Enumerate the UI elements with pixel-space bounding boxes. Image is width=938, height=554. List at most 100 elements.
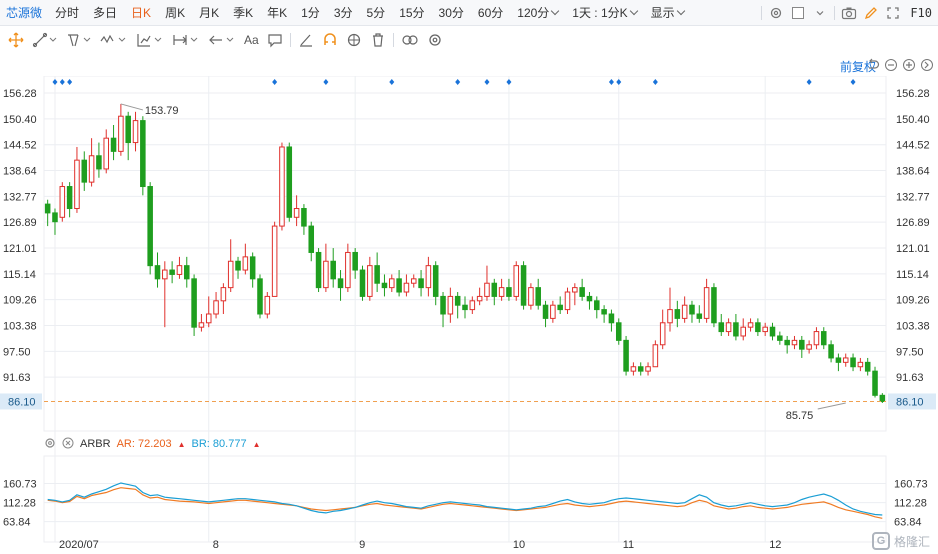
expand-icon[interactable] — [920, 58, 934, 75]
period-tab[interactable]: 60分 — [471, 4, 510, 21]
zoom-in-icon[interactable] — [902, 58, 916, 75]
price-tick-label-right: 144.52 — [896, 140, 930, 152]
candle-body — [784, 339, 790, 346]
period-tab[interactable]: 分时 — [48, 4, 86, 21]
indicator-panel-frame — [43, 455, 887, 543]
period-tab[interactable]: 3分 — [327, 4, 360, 21]
candle — [59, 182, 66, 222]
candle-body — [476, 295, 483, 302]
candle — [308, 221, 315, 262]
candle-body — [367, 265, 373, 297]
candle-body — [66, 186, 73, 210]
period-tab[interactable]: 季K — [226, 4, 260, 21]
candle — [850, 353, 856, 372]
candle-body — [264, 295, 271, 315]
candle-body — [337, 278, 344, 289]
candle — [169, 261, 175, 284]
candle-body — [205, 313, 212, 324]
range-tool-icon[interactable] — [168, 29, 204, 51]
price-tick-label-right: 97.50 — [896, 346, 924, 358]
close-icon[interactable] — [62, 437, 74, 452]
candle-body — [528, 287, 534, 306]
gear-icon[interactable] — [765, 2, 787, 24]
fullscreen-icon[interactable] — [882, 2, 904, 24]
settings-icon[interactable] — [423, 29, 447, 51]
candle — [425, 256, 432, 297]
candle-body — [454, 295, 461, 306]
period-tab[interactable]: 多日 — [86, 4, 124, 21]
candle-body — [506, 287, 512, 297]
candle — [491, 278, 498, 306]
period-tab[interactable]: 1天 : 1分K — [565, 4, 643, 21]
indicator-tick-label-right: 112.28 — [894, 498, 927, 510]
checkbox-icon[interactable] — [787, 2, 809, 24]
pencil-icon[interactable] — [860, 2, 882, 24]
date-tick-label: 11 — [623, 539, 634, 551]
candle-body — [191, 278, 197, 328]
wave-tool-icon[interactable] — [96, 29, 132, 51]
candle-body — [769, 326, 776, 337]
period-tab[interactable]: 120分 — [510, 4, 565, 21]
kline-chart[interactable]: 156.28 156.28 150.40 150.40 144.52 144.52 138.… — [0, 76, 938, 554]
candle — [66, 182, 73, 218]
move-cross-icon[interactable] — [4, 29, 28, 51]
candle-body — [184, 265, 190, 280]
period-tab[interactable]: 1分 — [294, 4, 327, 21]
candle — [864, 357, 871, 376]
event-marker-icon — [59, 79, 65, 85]
candle — [645, 362, 651, 376]
zoom-out-icon[interactable] — [884, 58, 898, 75]
stock-name[interactable]: 芯源微 — [0, 4, 48, 21]
undo-icon[interactable] — [866, 58, 880, 75]
period-tab[interactable]: 15分 — [392, 4, 431, 21]
candle-body — [864, 361, 871, 372]
sync-icon[interactable] — [342, 29, 366, 51]
period-tab[interactable]: 日K — [124, 4, 158, 21]
arrow-tool-icon[interactable] — [204, 29, 240, 51]
candle-body — [52, 212, 58, 223]
eraser-tool-icon[interactable] — [294, 29, 318, 51]
f10-button[interactable]: F10 — [904, 6, 938, 20]
candle — [205, 296, 212, 328]
period-tab[interactable]: 年K — [260, 4, 294, 21]
candle-body — [279, 146, 285, 227]
period-tab[interactable]: 30分 — [432, 4, 471, 21]
gear-icon[interactable] — [44, 437, 56, 452]
candle — [579, 278, 585, 301]
camera-icon[interactable] — [838, 2, 860, 24]
candle — [820, 327, 827, 350]
candle-body — [110, 137, 117, 152]
period-tab[interactable]: 5分 — [360, 4, 393, 21]
candle-body — [857, 361, 864, 368]
candle-body — [293, 208, 300, 218]
channel-tool-icon[interactable] — [62, 29, 96, 51]
fibonacci-tool-icon[interactable] — [132, 29, 168, 51]
comment-tool-icon[interactable] — [263, 29, 287, 51]
link-icon[interactable] — [397, 29, 423, 51]
price-tick-label-left: 97.50 — [3, 346, 31, 358]
indicator-tick-label-left: 63.84 — [3, 517, 31, 529]
candle-body — [820, 331, 827, 346]
br-up-arrow-icon: ▲ — [252, 439, 261, 449]
candle-body — [315, 251, 322, 289]
text-tool-icon[interactable]: Aa — [240, 29, 263, 51]
candle — [337, 270, 344, 301]
chevron-down-icon[interactable] — [809, 2, 831, 24]
magnet-icon[interactable] — [318, 29, 342, 51]
event-marker-icon — [389, 79, 395, 85]
candle-body — [725, 322, 732, 333]
candle — [659, 309, 666, 350]
line-tool-icon[interactable] — [28, 29, 62, 51]
candle-body — [828, 344, 834, 359]
period-tab[interactable]: 周K — [158, 4, 192, 21]
candle-body — [652, 344, 659, 368]
candle — [432, 261, 439, 306]
candle-body — [359, 269, 366, 297]
indicator-name[interactable]: ARBR — [80, 438, 111, 450]
candle — [689, 300, 695, 323]
period-tab[interactable]: 显示 — [644, 4, 691, 21]
trash-icon[interactable] — [366, 29, 390, 51]
toolbar-right: F10 — [758, 0, 938, 26]
candle — [286, 142, 293, 222]
period-tab[interactable]: 月K — [192, 4, 226, 21]
